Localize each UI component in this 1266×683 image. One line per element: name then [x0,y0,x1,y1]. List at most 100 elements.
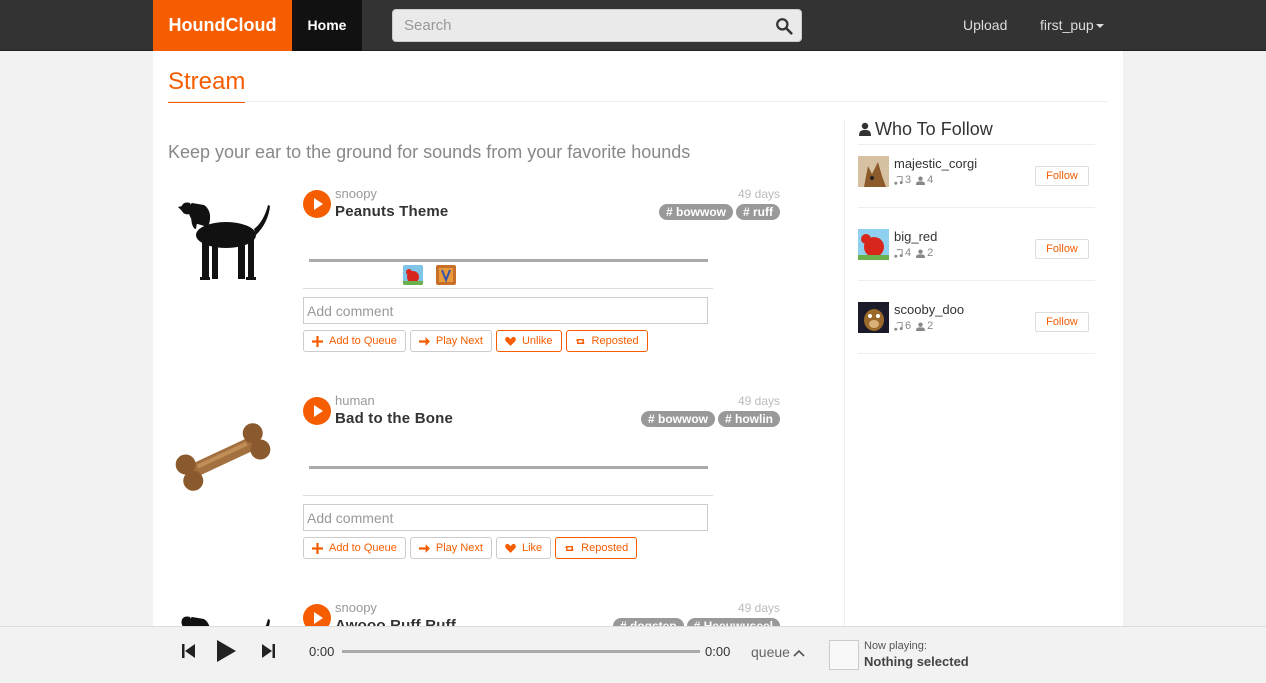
suggested-user: big_red 4 2 Follow [858,229,1095,281]
track-item: snoopy Awooo Ruff Ruff 49 days # dogstep… [153,595,843,626]
user-avatar[interactable] [858,156,889,187]
follower-count: 4 [927,174,934,186]
unlike-button[interactable]: Unlike [495,330,562,352]
track-artist[interactable]: snoopy [335,600,377,615]
track-waveform-bar[interactable] [309,466,708,469]
comment-input[interactable] [303,504,708,531]
skip-next-icon[interactable] [262,644,275,658]
audio-player-bar: 0:00 0:00 queue Now playing: Nothing sel… [0,626,1266,683]
heart-icon [505,543,516,553]
reposted-label: Reposted [581,542,629,554]
follower-count: 2 [927,320,934,332]
plus-icon [312,542,323,554]
now-playing-value: Nothing selected [864,654,969,669]
now-playing-label: Now playing: [864,640,927,652]
track-artist[interactable]: human [335,393,375,408]
user-stats: 4 2 [894,247,933,259]
track-tags: # bowwow # ruff [659,204,780,220]
dog-silhouette-artwork [178,202,270,280]
add-to-queue-label: Add to Queue [329,335,397,347]
duration: 0:00 [705,644,731,659]
divider [303,495,713,496]
queue-toggle[interactable]: queue [751,644,805,660]
caret-down-icon [1095,24,1104,29]
brand-logo[interactable]: HoundCloud [153,0,292,51]
tag-pill[interactable]: # ruff [736,204,780,220]
track-actions: Add to Queue Play Next Unlike Reposted [303,330,648,352]
track-item: snoopy Peanuts Theme 49 days # bowwow # … [153,181,843,361]
retweet-icon [575,338,585,344]
track-age: 49 days [737,394,780,408]
tag-pill[interactable]: # Heeuwuseel [686,618,780,626]
play-next-button[interactable]: Play Next [409,537,492,559]
user-stats: 3 4 [894,174,933,186]
track-title[interactable]: Awooo Ruff Ruff [335,617,456,626]
reposted-button[interactable]: Reposted [565,330,648,352]
like-label: Like [521,542,543,554]
follow-button[interactable]: Follow [1035,312,1089,332]
add-to-queue-button[interactable]: Add to Queue [303,330,406,352]
like-button[interactable]: Like [495,537,552,559]
now-playing-artwork [829,640,859,670]
track-title[interactable]: Bad to the Bone [335,410,453,427]
play-button[interactable] [303,397,331,425]
progress-bar[interactable] [342,650,700,653]
track-count: 4 [905,247,912,259]
track-actions: Add to Queue Play Next Like Reposted [303,537,638,559]
dog-silhouette-artwork [181,616,270,626]
who-to-follow-heading: Who To Follow [858,119,1095,145]
track-title[interactable]: Peanuts Theme [335,203,448,220]
track-waveform-bar[interactable] [309,259,708,262]
track-artist[interactable]: snoopy [335,186,377,201]
comment-input[interactable] [303,297,708,324]
user-name[interactable]: majestic_corgi [894,156,977,171]
user-stats: 6 2 [894,320,933,332]
track-likers [403,265,456,285]
tag-pill[interactable]: # dogstep [612,618,684,626]
title-divider [168,101,1108,102]
follow-button[interactable]: Follow [1035,166,1089,186]
plus-icon [312,335,323,347]
music-note-icon [894,175,903,185]
tag-pill[interactable]: # howlin [718,411,780,427]
user-avatar[interactable] [858,302,889,333]
play-icon[interactable] [217,640,236,662]
reposted-label: Reposted [591,335,639,347]
track-tags: # dogstep # Heeuwuseel [612,618,780,626]
user-name[interactable]: big_red [894,229,937,244]
play-button[interactable] [303,604,331,626]
skip-previous-icon[interactable] [182,644,195,658]
track-item: human Bad to the Bone 49 days # bowwow #… [153,388,843,568]
reposted-button[interactable]: Reposted [555,537,638,559]
user-icon [916,249,926,258]
add-to-queue-button[interactable]: Add to Queue [303,537,406,559]
play-button[interactable] [303,190,331,218]
music-note-icon [894,321,903,331]
search-input[interactable] [393,10,763,41]
tag-pill[interactable]: # bowwow [641,411,715,427]
follower-count: 2 [927,247,934,259]
track-count: 6 [905,320,912,332]
play-next-button[interactable]: Play Next [409,330,492,352]
search-icon[interactable] [775,17,793,35]
play-next-label: Play Next [435,335,483,347]
nav-upload-link[interactable]: Upload [963,0,1007,51]
liker-avatar-icon[interactable] [403,265,423,285]
track-count: 3 [905,174,912,186]
user-avatar[interactable] [858,229,889,260]
user-menu-label: first_pup [1040,17,1094,33]
suggested-user: majestic_corgi 3 4 Follow [858,156,1095,208]
track-tags: # bowwow # howlin [641,411,780,427]
arrow-right-icon [418,543,430,553]
chevron-up-icon [793,649,805,657]
queue-label: queue [751,644,790,660]
follow-button[interactable]: Follow [1035,239,1089,259]
nav-home-link[interactable]: Home [292,0,362,51]
suggested-user: scooby_doo 6 2 Follow [858,302,1095,354]
user-name[interactable]: scooby_doo [894,302,964,317]
tag-pill[interactable]: # bowwow [659,204,733,220]
user-menu-dropdown[interactable]: first_pup [1040,0,1104,51]
music-note-icon [894,248,903,258]
liker-avatar-icon[interactable] [436,265,456,285]
divider [303,288,713,289]
